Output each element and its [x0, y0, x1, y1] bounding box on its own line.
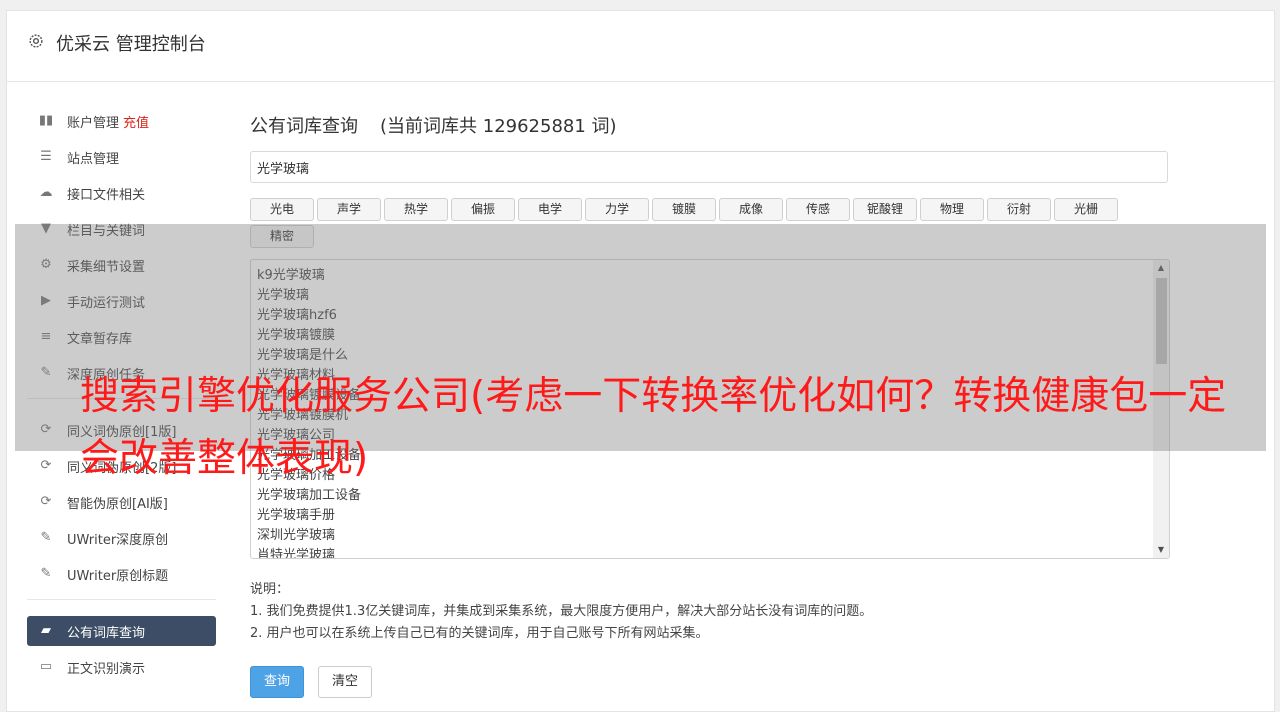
sidebar-item-label: 站点管理: [67, 152, 120, 167]
notes-heading: 说明：: [250, 582, 290, 597]
page-title-text: 公有词库查询: [250, 116, 358, 137]
list-item[interactable]: 肖特光学玻璃: [257, 546, 361, 558]
page-title: 公有词库查询 (当前词库共 129625881 词): [250, 112, 617, 138]
sidebar-item-uwriter-title[interactable]: ✎ UWriter原创标题: [27, 559, 216, 589]
tag-button[interactable]: 偏振: [451, 198, 515, 221]
tag-button[interactable]: 成像: [719, 198, 783, 221]
sidebar-item-interface-files[interactable]: ☁ 接口文件相关: [27, 178, 216, 208]
sidebar-item-text-recognition[interactable]: ▭ 正文识别演示: [27, 652, 216, 682]
recharge-link[interactable]: 充值: [123, 116, 149, 131]
list-item[interactable]: 光学玻璃手册: [257, 506, 361, 526]
notes: 说明： 1. 我们免费提供1.3亿关键词库，并集成到采集系统，最大限度方便用户，…: [250, 579, 872, 645]
scroll-down-icon[interactable]: ▼: [1153, 542, 1169, 558]
sidebar-item-label: 接口文件相关: [67, 188, 146, 203]
edit-icon: ✎: [40, 530, 52, 545]
tag-button[interactable]: 声学: [317, 198, 381, 221]
query-button[interactable]: 查询: [250, 666, 304, 698]
notes-line: 2. 用户也可以在系统上传自己已有的关键词库，用于自己账号下所有网站采集。: [250, 626, 709, 641]
edit-icon: ✎: [40, 566, 52, 581]
clear-button[interactable]: 清空: [318, 666, 372, 698]
tag-button[interactable]: 镀膜: [652, 198, 716, 221]
overlay-banner-text: 搜索引擎优化服务公司(考虑一下转换率优化如何？转换健康包一定会改善整体表现): [80, 374, 1227, 481]
app-title: 优采云 管理控制台: [56, 34, 206, 55]
sidebar-item-label: UWriter深度原创: [67, 533, 169, 548]
lexicon-count: (当前词库共 129625881 词): [380, 116, 617, 137]
monitor-icon: ▭: [39, 659, 53, 674]
sidebar-item-label: 正文识别演示: [67, 662, 146, 677]
refresh-icon: ⟳: [40, 494, 52, 509]
sidebar-item-account[interactable]: ▮▮ 账户管理 充值: [27, 106, 216, 136]
tag-button[interactable]: 热学: [384, 198, 448, 221]
bar-chart-icon: ▮▮: [38, 113, 54, 128]
book-icon: ▰: [41, 623, 51, 638]
server-icon: ☰: [40, 149, 52, 164]
sidebar-item-ai-rewrite[interactable]: ⟳ 智能伪原创[AI版]: [27, 487, 216, 517]
tag-button[interactable]: 电学: [518, 198, 582, 221]
refresh-icon: ⟳: [40, 458, 52, 473]
tag-button[interactable]: 光电: [250, 198, 314, 221]
tag-button[interactable]: 传感: [786, 198, 850, 221]
search-input[interactable]: [250, 151, 1168, 183]
list-item[interactable]: 深圳光学玻璃: [257, 526, 361, 546]
tag-button[interactable]: 光栅: [1054, 198, 1118, 221]
sidebar-item-label: UWriter原创标题: [67, 569, 169, 584]
sidebar-divider: [27, 599, 216, 600]
tag-button[interactable]: 物理: [920, 198, 984, 221]
sidebar-item-uwriter-deep[interactable]: ✎ UWriter深度原创: [27, 523, 216, 553]
tag-button[interactable]: 铌酸锂: [853, 198, 917, 221]
gear-icon: [29, 34, 43, 48]
cloud-upload-icon: ☁: [39, 185, 53, 200]
sidebar-item-label: 账户管理: [67, 116, 120, 131]
tag-button[interactable]: 力学: [585, 198, 649, 221]
sidebar-item-label: 智能伪原创[AI版]: [67, 497, 168, 512]
sidebar-item-sites[interactable]: ☰ 站点管理: [27, 142, 216, 172]
sidebar-item-public-lexicon[interactable]: ▰ 公有词库查询: [27, 616, 216, 646]
notes-line: 1. 我们免费提供1.3亿关键词库，并集成到采集系统，最大限度方便用户，解决大部…: [250, 604, 873, 619]
tag-button[interactable]: 衍射: [987, 198, 1051, 221]
header: 优采云 管理控制台: [7, 11, 1274, 82]
sidebar-item-label: 公有词库查询: [67, 626, 146, 641]
